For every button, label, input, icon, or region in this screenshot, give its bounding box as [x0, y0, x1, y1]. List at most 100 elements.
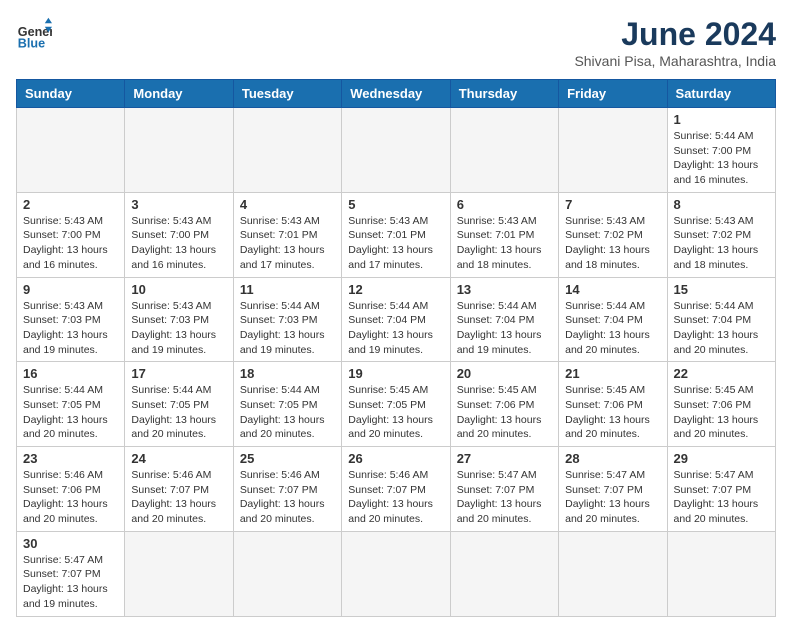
day-info: Sunrise: 5:44 AMSunset: 7:04 PMDaylight:… [674, 299, 769, 358]
week-row-4: 23 Sunrise: 5:46 AMSunset: 7:06 PMDayligh… [17, 447, 776, 532]
day-info: Sunrise: 5:44 AMSunset: 7:04 PMDaylight:… [348, 299, 443, 358]
day-cell: 6 Sunrise: 5:43 AMSunset: 7:01 PMDaylight… [450, 192, 558, 277]
week-row-1: 2 Sunrise: 5:43 AMSunset: 7:00 PMDaylight… [17, 192, 776, 277]
day-info: Sunrise: 5:43 AMSunset: 7:02 PMDaylight:… [674, 214, 769, 273]
day-number: 6 [457, 197, 552, 212]
day-info: Sunrise: 5:43 AMSunset: 7:02 PMDaylight:… [565, 214, 660, 273]
day-info: Sunrise: 5:47 AMSunset: 7:07 PMDaylight:… [674, 468, 769, 527]
day-cell [233, 108, 341, 193]
day-info: Sunrise: 5:46 AMSunset: 7:07 PMDaylight:… [240, 468, 335, 527]
day-cell: 9 Sunrise: 5:43 AMSunset: 7:03 PMDaylight… [17, 277, 125, 362]
day-cell [559, 108, 667, 193]
day-cell: 11Sunrise: 5:44 AMSunset: 7:03 PMDayligh… [233, 277, 341, 362]
day-number: 26 [348, 451, 443, 466]
day-cell: 18 Sunrise: 5:44 AMSunset: 7:05 PMDayligh… [233, 362, 341, 447]
day-cell: 17Sunrise: 5:44 AMSunset: 7:05 PMDayligh… [125, 362, 233, 447]
day-cell [125, 108, 233, 193]
day-info: Sunrise: 5:44 AMSunset: 7:05 PMDaylight:… [240, 383, 335, 442]
day-info: Sunrise: 5:44 AMSunset: 7:04 PMDaylight:… [457, 299, 552, 358]
day-info: Sunrise: 5:43 AMSunset: 7:01 PMDaylight:… [240, 214, 335, 273]
day-cell: 23 Sunrise: 5:46 AMSunset: 7:06 PMDayligh… [17, 447, 125, 532]
day-info: Sunrise: 5:44 AMSunset: 7:00 PMDaylight:… [674, 129, 769, 188]
day-cell [450, 108, 558, 193]
day-cell [667, 531, 775, 616]
day-info: Sunrise: 5:45 AMSunset: 7:06 PMDaylight:… [565, 383, 660, 442]
day-cell [342, 108, 450, 193]
day-number: 29 [674, 451, 769, 466]
calendar-header-row: SundayMondayTuesdayWednesdayThursdayFrid… [17, 80, 776, 108]
week-row-0: 1 Sunrise: 5:44 AMSunset: 7:00 PMDaylight… [17, 108, 776, 193]
day-number: 21 [565, 366, 660, 381]
day-cell: 29 Sunrise: 5:47 AMSunset: 7:07 PMDayligh… [667, 447, 775, 532]
day-number: 23 [23, 451, 118, 466]
col-header-sunday: Sunday [17, 80, 125, 108]
day-cell: 14Sunrise: 5:44 AMSunset: 7:04 PMDayligh… [559, 277, 667, 362]
day-number: 25 [240, 451, 335, 466]
calendar-table: SundayMondayTuesdayWednesdayThursdayFrid… [16, 79, 776, 617]
day-cell [559, 531, 667, 616]
day-number: 2 [23, 197, 118, 212]
col-header-thursday: Thursday [450, 80, 558, 108]
day-cell: 10 Sunrise: 5:43 AMSunset: 7:03 PMDayligh… [125, 277, 233, 362]
location: Shivani Pisa, Maharashtra, India [574, 53, 776, 69]
day-info: Sunrise: 5:43 AMSunset: 7:03 PMDaylight:… [131, 299, 226, 358]
day-info: Sunrise: 5:46 AMSunset: 7:07 PMDaylight:… [348, 468, 443, 527]
day-cell: 12Sunrise: 5:44 AMSunset: 7:04 PMDayligh… [342, 277, 450, 362]
day-cell [233, 531, 341, 616]
day-number: 7 [565, 197, 660, 212]
day-number: 15 [674, 282, 769, 297]
day-number: 1 [674, 112, 769, 127]
day-info: Sunrise: 5:43 AMSunset: 7:01 PMDaylight:… [348, 214, 443, 273]
day-cell: 15 Sunrise: 5:44 AMSunset: 7:04 PMDayligh… [667, 277, 775, 362]
day-number: 8 [674, 197, 769, 212]
day-number: 9 [23, 282, 118, 297]
day-info: Sunrise: 5:45 AMSunset: 7:06 PMDaylight:… [457, 383, 552, 442]
day-info: Sunrise: 5:46 AMSunset: 7:07 PMDaylight:… [131, 468, 226, 527]
day-cell: 3Sunrise: 5:43 AMSunset: 7:00 PMDaylight… [125, 192, 233, 277]
day-number: 5 [348, 197, 443, 212]
day-info: Sunrise: 5:44 AMSunset: 7:03 PMDaylight:… [240, 299, 335, 358]
day-info: Sunrise: 5:44 AMSunset: 7:04 PMDaylight:… [565, 299, 660, 358]
day-cell: 13 Sunrise: 5:44 AMSunset: 7:04 PMDayligh… [450, 277, 558, 362]
day-cell: 4Sunrise: 5:43 AMSunset: 7:01 PMDaylight… [233, 192, 341, 277]
day-cell: 20 Sunrise: 5:45 AMSunset: 7:06 PMDayligh… [450, 362, 558, 447]
day-info: Sunrise: 5:45 AMSunset: 7:05 PMDaylight:… [348, 383, 443, 442]
day-info: Sunrise: 5:43 AMSunset: 7:03 PMDaylight:… [23, 299, 118, 358]
day-cell: 2 Sunrise: 5:43 AMSunset: 7:00 PMDaylight… [17, 192, 125, 277]
col-header-friday: Friday [559, 80, 667, 108]
day-info: Sunrise: 5:47 AMSunset: 7:07 PMDaylight:… [23, 553, 118, 612]
day-cell: 8 Sunrise: 5:43 AMSunset: 7:02 PMDaylight… [667, 192, 775, 277]
page-header: General Blue June 2024 Shivani Pisa, Mah… [16, 16, 776, 69]
day-number: 30 [23, 536, 118, 551]
day-info: Sunrise: 5:46 AMSunset: 7:06 PMDaylight:… [23, 468, 118, 527]
day-cell: 27Sunrise: 5:47 AMSunset: 7:07 PMDayligh… [450, 447, 558, 532]
day-number: 10 [131, 282, 226, 297]
day-cell: 26 Sunrise: 5:46 AMSunset: 7:07 PMDayligh… [342, 447, 450, 532]
day-cell [342, 531, 450, 616]
logo-icon: General Blue [16, 16, 52, 52]
col-header-monday: Monday [125, 80, 233, 108]
day-number: 28 [565, 451, 660, 466]
day-cell: 25 Sunrise: 5:46 AMSunset: 7:07 PMDayligh… [233, 447, 341, 532]
day-cell: 21 Sunrise: 5:45 AMSunset: 7:06 PMDayligh… [559, 362, 667, 447]
day-info: Sunrise: 5:43 AMSunset: 7:00 PMDaylight:… [131, 214, 226, 273]
logo: General Blue [16, 16, 52, 52]
day-cell: 30 Sunrise: 5:47 AMSunset: 7:07 PMDayligh… [17, 531, 125, 616]
day-number: 16 [23, 366, 118, 381]
day-number: 18 [240, 366, 335, 381]
month-title: June 2024 [574, 16, 776, 53]
day-cell [450, 531, 558, 616]
week-row-2: 9 Sunrise: 5:43 AMSunset: 7:03 PMDaylight… [17, 277, 776, 362]
day-info: Sunrise: 5:43 AMSunset: 7:00 PMDaylight:… [23, 214, 118, 273]
title-section: June 2024 Shivani Pisa, Maharashtra, Ind… [574, 16, 776, 69]
day-info: Sunrise: 5:43 AMSunset: 7:01 PMDaylight:… [457, 214, 552, 273]
day-number: 20 [457, 366, 552, 381]
day-cell: 28 Sunrise: 5:47 AMSunset: 7:07 PMDayligh… [559, 447, 667, 532]
day-info: Sunrise: 5:47 AMSunset: 7:07 PMDaylight:… [565, 468, 660, 527]
week-row-5: 30 Sunrise: 5:47 AMSunset: 7:07 PMDayligh… [17, 531, 776, 616]
day-number: 19 [348, 366, 443, 381]
day-number: 17 [131, 366, 226, 381]
day-cell [17, 108, 125, 193]
week-row-3: 16 Sunrise: 5:44 AMSunset: 7:05 PMDayligh… [17, 362, 776, 447]
day-number: 13 [457, 282, 552, 297]
